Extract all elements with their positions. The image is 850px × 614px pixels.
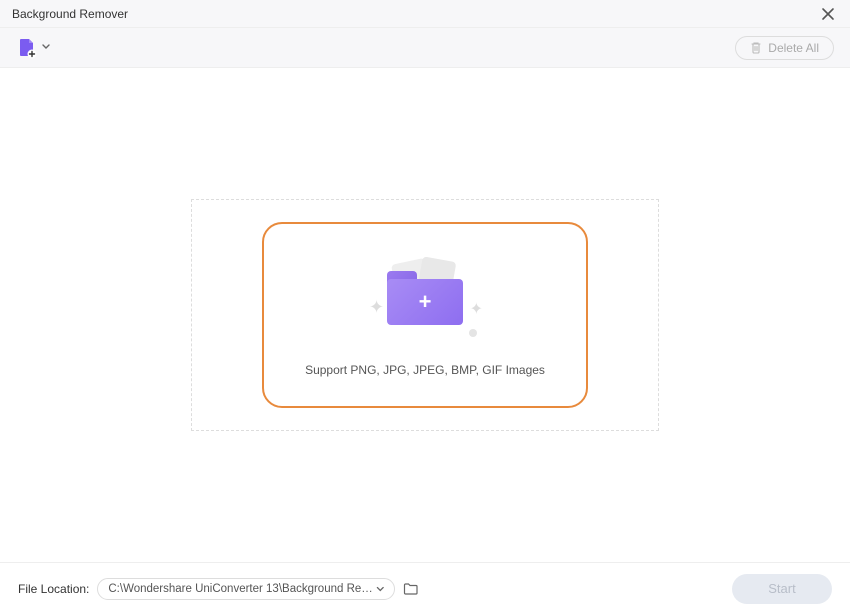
file-location-select[interactable]: C:\Wondershare UniConverter 13\Backgroun… — [97, 578, 395, 600]
plus-icon: + — [419, 291, 432, 313]
chevron-down-icon — [376, 586, 385, 592]
close-icon — [821, 7, 835, 21]
footer-left: File Location: C:\Wondershare UniConvert… — [18, 578, 419, 600]
file-location-label: File Location: — [18, 582, 89, 596]
close-button[interactable] — [818, 4, 838, 24]
open-folder-button[interactable] — [403, 581, 419, 597]
file-location-path: C:\Wondershare UniConverter 13\Backgroun… — [108, 583, 375, 595]
add-file-dropdown[interactable] — [42, 42, 50, 53]
drop-zone-outer: ✦ ✦ + Support PNG, JPG, JPEG, BMP, GIF I… — [191, 199, 659, 431]
window-title: Background Remover — [12, 7, 128, 21]
folder-graphic: ✦ ✦ + — [365, 253, 485, 343]
add-file-icon — [16, 37, 38, 59]
chevron-down-icon — [42, 44, 50, 50]
trash-icon — [750, 41, 762, 54]
support-formats-text: Support PNG, JPG, JPEG, BMP, GIF Images — [305, 363, 545, 377]
toolbar-left — [16, 37, 50, 59]
folder-icon — [403, 582, 419, 596]
drop-zone[interactable]: ✦ ✦ + Support PNG, JPG, JPEG, BMP, GIF I… — [262, 222, 588, 408]
main-content: ✦ ✦ + Support PNG, JPG, JPEG, BMP, GIF I… — [0, 68, 850, 562]
add-file-button[interactable] — [16, 37, 38, 59]
toolbar: Delete All — [0, 28, 850, 68]
delete-all-button[interactable]: Delete All — [735, 36, 834, 60]
title-bar: Background Remover — [0, 0, 850, 28]
add-folder-icon: + — [387, 271, 463, 325]
delete-all-label: Delete All — [768, 41, 819, 55]
footer-bar: File Location: C:\Wondershare UniConvert… — [0, 562, 850, 614]
start-button[interactable]: Start — [732, 574, 832, 604]
